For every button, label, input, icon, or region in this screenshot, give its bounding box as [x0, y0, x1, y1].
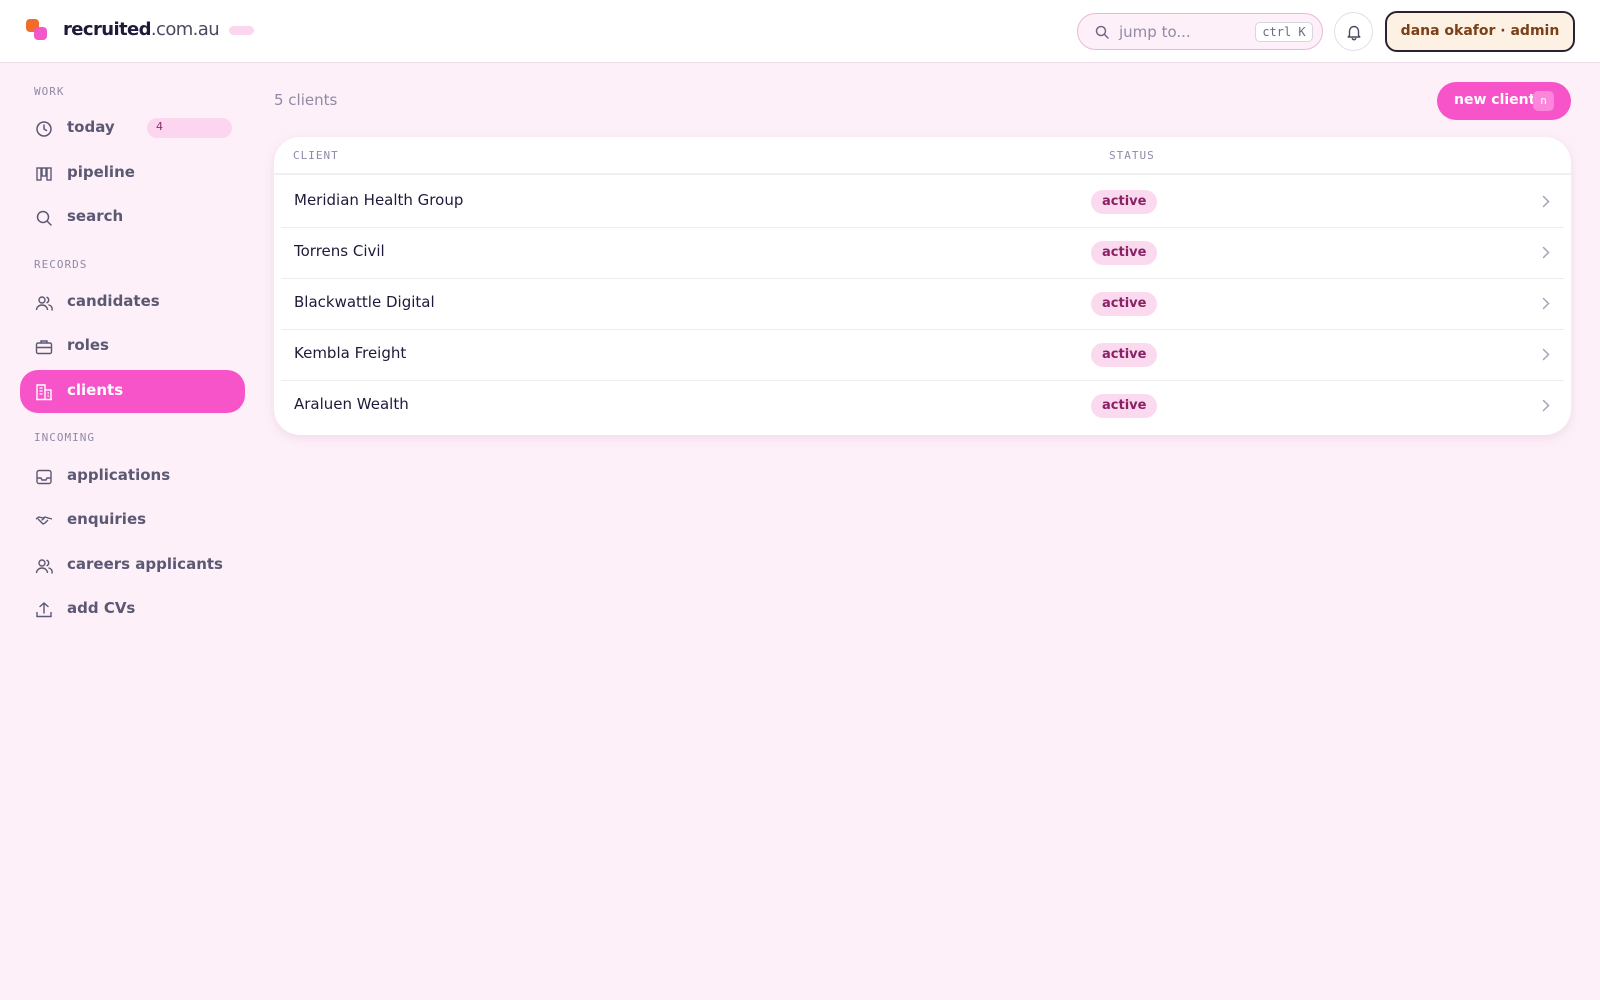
client-name: Kembla Freight — [294, 344, 407, 362]
sidebar-item-clients[interactable]: clients — [20, 370, 245, 413]
sidebar-item-enquiries[interactable]: enquiries — [20, 499, 245, 542]
sidebar-item-today[interactable]: today 4 — [20, 107, 245, 150]
table-header: CLIENT STATUS — [274, 137, 1571, 175]
sidebar-item-label: candidates — [67, 292, 160, 310]
client-count: 5 clients — [274, 91, 338, 109]
inbox-icon — [36, 469, 52, 485]
sidebar-item-applications[interactable]: applications — [20, 455, 245, 498]
search-icon — [36, 210, 52, 226]
shortcut-hint: ctrl K — [1255, 22, 1313, 42]
building-icon — [36, 384, 52, 401]
new-client-label: new client — [1454, 92, 1536, 108]
new-client-button[interactable]: new client n — [1437, 82, 1571, 120]
status-badge: active — [1091, 292, 1158, 316]
status-badge: active — [1091, 241, 1158, 265]
sidebar-item-add-cvs[interactable]: add CVs — [20, 588, 245, 631]
table-row[interactable]: Blackwattle Digital active — [281, 279, 1564, 330]
status-badge: active — [1091, 394, 1158, 418]
status-badge: active — [1091, 343, 1158, 367]
sidebar-item-roles[interactable]: roles — [20, 325, 245, 368]
environment-pill — [229, 26, 254, 35]
chevron-right-icon — [1542, 246, 1550, 259]
chevron-right-icon — [1542, 348, 1550, 361]
users-icon — [35, 296, 53, 311]
table-row[interactable]: Torrens Civil active — [281, 228, 1564, 279]
column-header-client[interactable]: CLIENT — [293, 149, 339, 162]
sidebar-item-label: clients — [67, 381, 124, 399]
chevron-right-icon — [1542, 195, 1550, 208]
sidebar-item-pipeline[interactable]: pipeline — [20, 152, 245, 195]
sidebar-item-search[interactable]: search — [20, 196, 245, 239]
table-row[interactable]: Meridian Health Group active — [281, 177, 1564, 228]
table-row[interactable]: Kembla Freight active — [281, 330, 1564, 381]
sidebar-item-candidates[interactable]: candidates — [20, 281, 245, 324]
search-icon — [1095, 25, 1109, 39]
sidebar-item-label: enquiries — [67, 510, 147, 528]
sidebar-item-label: applications — [67, 466, 171, 484]
clients-table: CLIENT STATUS Meridian Health Group acti… — [274, 137, 1571, 435]
jump-to-placeholder: jump to... — [1119, 23, 1191, 41]
notifications-button[interactable] — [1334, 12, 1373, 51]
section-label-records: RECORDS — [34, 258, 88, 271]
chevron-right-icon — [1542, 399, 1550, 412]
sidebar-item-label: careers applicants — [67, 555, 223, 573]
briefcase-icon — [35, 340, 53, 355]
client-name: Torrens Civil — [294, 242, 385, 260]
kanban-icon — [36, 167, 52, 181]
client-name: Blackwattle Digital — [294, 293, 435, 311]
sidebar-item-careers-applicants[interactable]: careers applicants — [20, 544, 245, 587]
logo-icon[interactable] — [26, 19, 48, 41]
client-name: Araluen Wealth — [294, 395, 409, 413]
clock-icon — [36, 121, 52, 137]
users-icon — [35, 559, 53, 574]
sidebar-item-label: pipeline — [67, 163, 135, 181]
top-bar: recruited.com.au jump to... ctrl K dana … — [0, 0, 1600, 63]
shortcut-hint: n — [1533, 91, 1554, 111]
today-count-badge: 4 — [147, 118, 232, 138]
user-menu-button[interactable]: dana okafor · admin — [1385, 11, 1575, 52]
status-badge: active — [1091, 190, 1158, 214]
chevron-right-icon — [1542, 297, 1550, 310]
client-name: Meridian Health Group — [294, 191, 464, 209]
sidebar-item-label: add CVs — [67, 599, 136, 617]
table-row[interactable]: Araluen Wealth active — [281, 381, 1564, 432]
bell-icon — [1347, 25, 1361, 41]
sidebar-item-label: today — [67, 118, 115, 136]
section-label-work: WORK — [34, 85, 65, 98]
section-label-incoming: INCOMING — [34, 431, 95, 444]
sidebar-item-label: search — [67, 207, 124, 225]
brand-name[interactable]: recruited.com.au — [63, 19, 220, 40]
handshake-icon — [35, 516, 53, 525]
upload-icon — [36, 602, 52, 618]
jump-to-search[interactable]: jump to... ctrl K — [1077, 13, 1323, 50]
sidebar-item-label: roles — [67, 336, 109, 354]
column-header-status[interactable]: STATUS — [1109, 149, 1155, 162]
